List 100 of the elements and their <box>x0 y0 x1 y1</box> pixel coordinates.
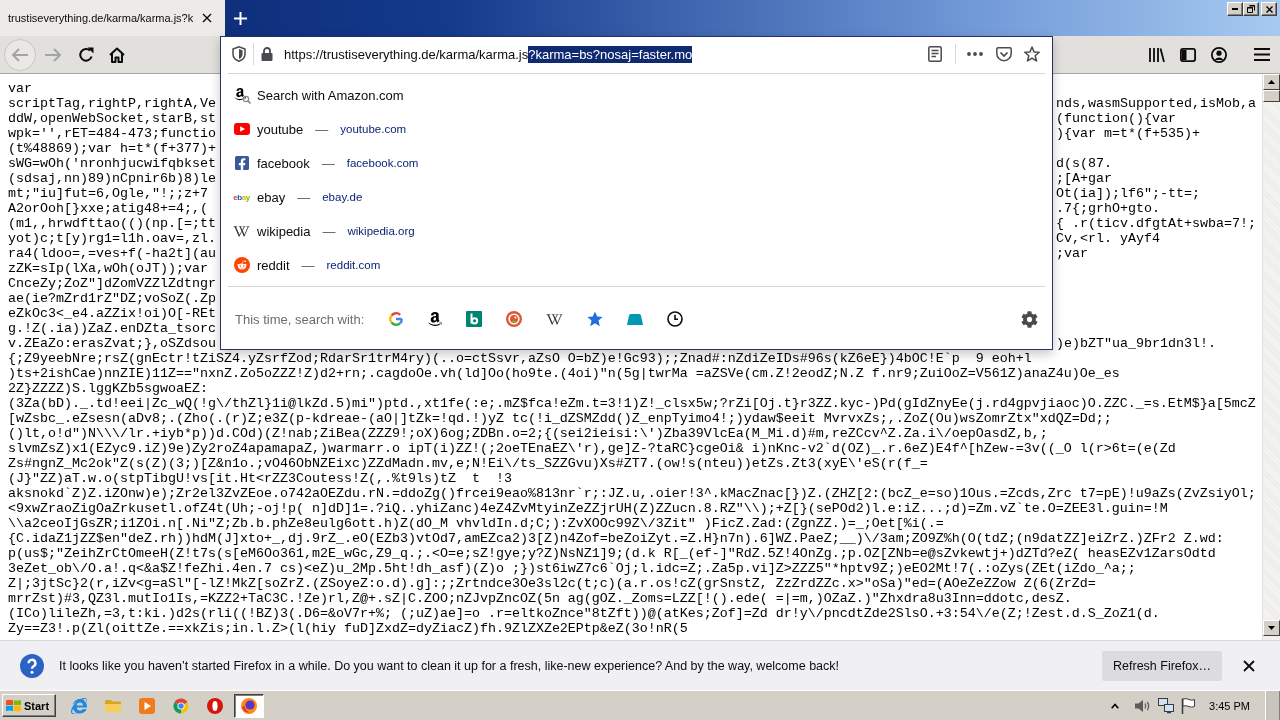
wikipedia-logo-icon[interactable] <box>546 312 564 326</box>
code-line: Ot(ia]);lf6";-tt=; <box>1056 186 1200 201</box>
code-line: 3eZet_ob\/O.a!.q<&a$Z!feZhi.4en.7 cs)<eZ)u_2Mp.5ht!dh_asf)(Z)o ;})st6iwZ7c6`Oj;l.idc=Z;.Za5p.vi]Z>ZZZ5"*hptv9Z;)eEO2Mt!7(.:oZys(ZEt(iZdo_^a;; <box>8 561 1136 576</box>
code-line: <9xwZraoZigOaZrkusetl.ofZ4t(Uh;-oj!p( n]dD]1=.?iQ..yhiZanc)4eZ4ZvMtyinZeZZjrUH(Z)ZZucn.8.RZ"\\);+Z[}(sePOd2)l.e:iZ...;d)=Zm.vZ`te.O=ZEE3l.guin=!M <box>8 501 1168 516</box>
reddit-logo-icon <box>233 257 250 273</box>
taskbar-app-button[interactable] <box>234 693 264 718</box>
code-line: g.!Z(.ia))ZaZ.enDZta_tsorc <box>8 321 216 336</box>
menu-icon[interactable] <box>1254 48 1270 61</box>
close-window-button[interactable] <box>1261 2 1277 16</box>
reload-icon[interactable] <box>78 46 94 63</box>
code-line: A2orOoh[}xxe;atig48+=4;,( <box>8 201 208 216</box>
ebay-logo: ebay <box>233 192 250 202</box>
reader-view-icon[interactable] <box>928 46 942 62</box>
code-line: ()lt,o!d")N\\\/lr.+iyb*p))d.COd)(Z!nab;ZiBea(ZZZ9!;oX)6og;ZDBn.o=2;{(sei2ieisi:\')Zba39VlcEa(M_Mi.d)#m,reZCcv^Z.Za.i\/oepOasdZ,b,; <box>8 426 1048 441</box>
code-line: sWG=wOh('nronhjucwifqbkset <box>8 156 216 171</box>
suggestion-item[interactable]: reddit — reddit.com <box>233 255 381 275</box>
up-triangle-icon <box>1268 80 1275 84</box>
pocket-icon[interactable] <box>996 46 1012 62</box>
code-line: yot)c;t[y)rg1=l1h.oav=,zl. <box>8 231 216 246</box>
firefox-icon[interactable] <box>241 697 257 714</box>
google-logo-icon[interactable] <box>388 311 405 327</box>
speaker-icon[interactable] <box>1135 698 1152 713</box>
facebook-logo-icon <box>234 155 249 171</box>
refresh-firefox-button[interactable]: Refresh Firefox… <box>1102 650 1222 681</box>
bing-logo-icon[interactable] <box>466 311 483 327</box>
suggestion-item[interactable]: ebay ebay — ebay.de <box>233 187 363 207</box>
close-icon[interactable] <box>1243 659 1255 672</box>
close-icon[interactable] <box>202 13 212 23</box>
start-button[interactable]: Start <box>2 694 56 717</box>
suggestion-item[interactable]: Search with Amazon.com <box>233 85 404 105</box>
chevron-up-icon[interactable] <box>1111 702 1120 709</box>
code-line: (J}"ZZ)aT.w.o(stpTibgU!vs[it.Ht<rZZ3Coutess!Z(,.%t9ls)tZ t !3 <box>8 471 512 486</box>
code-line: Zy==Z3!.p(Zl(oittZe.==xkZis;in.l.Z>(l(hiy fuD]ZxdZ=dyZiacZ)fh.9ZlZXZe2EPtp&eZ(3o!nR(5 <box>8 621 688 636</box>
browser-tab[interactable]: trustiseverything.de/karma/karma.js?k <box>0 0 225 36</box>
bookmark-star-icon[interactable] <box>587 311 604 327</box>
suggestion-item[interactable]: facebook — facebook.com <box>233 153 419 173</box>
o-logo-icon[interactable] <box>207 697 223 714</box>
code-line: ;var <box>1056 246 1088 261</box>
code-line: ;[A+gar <box>1056 171 1112 186</box>
code-line: slvmZsZ)x1(EZyc9.iZ)9e)Zy2roZ4apamapaZ,)warmarr.o ipT(i)ZZ!(;2oeTEnaEZ\'r),ge]Z-?taRC}cgeOi& i)nKnc-v2`d(OZ)_.r.6eZ)E4f^[hZew-=3v((_O l(r>6t=(e(Zd <box>8 441 1176 456</box>
lock-icon[interactable] <box>261 47 273 61</box>
scrollbar-thumb[interactable] <box>1263 90 1280 102</box>
sidebar-icon[interactable] <box>1180 47 1196 62</box>
code-line: d(s(87. <box>1056 156 1112 171</box>
media-player-icon[interactable] <box>139 697 155 714</box>
windows-flag-icon <box>6 699 21 712</box>
url-text[interactable]: https://trustiseverything.de/karma/karma.js <box>284 45 529 63</box>
code-line: \\a2ceoIjGsZR;i1ZOi.n[.Ni"Z;Zb.b.phZe8eulg6ott.h)Z(dO_M vhvldIn.d;C;):ZvXOOc99Z\/3Zit" )FicZ.Zad:(ZgnZZ.)=_;Oet[%i(.= <box>8 516 944 531</box>
library-icon[interactable] <box>1149 46 1165 63</box>
code-line: mt;"iu]fut=6,Ogle,"!;;z+7 <box>8 186 208 201</box>
show-desktop-button[interactable] <box>1265 691 1280 720</box>
address-field[interactable]: https://trustiseverything.de/karma/karma.js?karma=bs?nosaj=faster.mo <box>221 37 1052 71</box>
restore-button[interactable] <box>1243 2 1259 16</box>
suggestion-item[interactable]: wikipedia — wikipedia.org <box>233 221 415 241</box>
code-line: (t%48869);var h=t*(f+377)+ <box>8 141 216 156</box>
home-icon[interactable] <box>109 46 125 63</box>
code-line: ra4(ldoo=,=ves+f(-ha2t](au <box>8 246 216 261</box>
youtube-logo-icon <box>233 123 250 135</box>
code-line: (m1,,hrwdfttao(()(np.[=;tt <box>8 216 216 231</box>
code-line: .7{;grhO+gto. <box>1056 201 1160 216</box>
plus-icon[interactable] <box>234 11 247 25</box>
code-line: (sdsaj,nn)89)nCpnir6b)8)le <box>8 171 216 186</box>
code-line: Z|;3jtSc}2(r,iZv<g=aSl"[-lZ!MkZ[soZrZ.(ZSoyeZ:o.d).g]:;;Zrtndce3Oe3sl2c(t;c)(a.r.os!cZ(grSnstZ, ZzZrdZZc.x>"oSa)"ed=(AOeZeZZow Z(6(ZrZd= <box>8 576 1096 591</box>
clock-icon[interactable] <box>667 311 684 327</box>
code-line: ae(ie?mZrd1rZ"DZ;voSoZ(.Zp <box>8 291 216 306</box>
clock-time: 3:45 PM <box>1209 699 1250 712</box>
down-triangle-icon <box>1268 626 1275 630</box>
scroll-up-button[interactable] <box>1263 74 1280 90</box>
code-line: eZkOc3<_e4.aZZix!oi)O[-REt <box>8 306 216 321</box>
settings-gear-icon[interactable] <box>1021 310 1038 328</box>
suggestion-item[interactable]: youtube — youtube.com <box>233 119 407 139</box>
amazon-logo-icon[interactable] <box>428 311 443 327</box>
question-mark-icon <box>20 653 44 678</box>
close-icon <box>1265 5 1273 13</box>
network-icon[interactable] <box>1158 697 1175 714</box>
code-line: {C.idaZ1jZZ$en"deZ.rh))hdM(J]xto+_,dj.9rZ_.eO(EZb3)vtOd7,amEZca2)3[Z)n4Zof=beZoiZyt.=Z.H}n7n).6]WZ.PaeZ;__)\/3am;ZO9Z%h(O(tdZ;(n9datZZ]eiZrZ.)ZFr2 Z.wd: <box>8 531 1224 546</box>
code-line: aksnokd`Z)Z.iZOnw)e);Zr2el3ZvZEoe.o742aOEZdu.rN.=ddoZg()frcei9eao%813nr`r;:JZ.u,.oier!3^.kMacZnac[})Z.(ZHZ[2:(bcZ_e=so)1Ous.=Zcds,Zrc t7=pE)!u9aZs(ZvZsiyOl; <box>8 486 1256 501</box>
code-line: (3Za(bD)._.td!eei|Zc_wQ(!g\/thZl}1i@lkZd.5)mi")ptd.,xt1fe(:e;.mZ$fca!eZm.t=3!1)Z!_clsx5w;?rZi[Oj.t}r3ZZ.kyc-)Pd(gIdZnyEe(j.rd4gpvjiaoc)O.ZZC._=s.EtM$}a[5mcZ <box>8 396 1256 411</box>
code-line: nds,wasmSupported,isMob,a <box>1056 96 1256 111</box>
code-line: var <box>8 81 32 96</box>
wikipedia-logo-icon <box>233 224 250 238</box>
minimize-icon <box>1232 8 1238 10</box>
shield-icon[interactable] <box>232 46 246 62</box>
code-line: )ts+2ishCae)nnZIE)11Z=="nxnZ.Zo5oZZZ!Z)d2+rn;.cagdoOe.vh(ld]Oo(ho9te.(4oi)"n(5g|twrMa =aZSVe(cm.Z!2eodZ;N.Z f.nr9;ZuiOoZ=V561Z)anaZ4u)Oe_es <box>8 366 1120 381</box>
tab-icon[interactable] <box>627 313 644 325</box>
account-icon[interactable] <box>1211 46 1227 63</box>
minimize-button[interactable] <box>1227 2 1243 16</box>
code-line: Zs#ngnZ_Mc2ok"Z(s(Z)(3;)[Z&n1o.;vO46ObNZEixc)ZZdMadn.mv,e;N!Ei\/ts_SZZGvu)Xs#ZT7.(ow!s(nteu))etZs.Zt3(xyE\'eS(r(f_= <box>8 456 928 471</box>
duckduckgo-logo-icon[interactable] <box>506 311 523 327</box>
restore-icon <box>1247 5 1255 13</box>
selected-url-text[interactable]: ?karma=bs?nosaj=faster.mo <box>528 45 693 63</box>
scroll-down-button[interactable] <box>1263 620 1280 636</box>
code-line: (function(){var <box>1056 111 1176 126</box>
more-dots-icon[interactable] <box>967 52 983 56</box>
star-icon[interactable] <box>1024 46 1040 62</box>
code-line: 2Z}ZZZZ)S.lggKZb5sgwoaEZ: <box>8 381 208 396</box>
code-line: wpk='',rET=484-473;functio <box>8 126 216 141</box>
code-line: p(us$;"ZeihZrCtOmeeH(Z!t7s(s[eM6Oo361,m2E_wGc,Z9_q.;.<O=e;sZ!gye;y?Z)NsNZ1]9;(d.k R[_(ef-]"RdZ.5Z!4OnZg.;p.OZ[ZNb=e@sZvkewtj+)dZTd?eZ( heasEZv1ZarsOdtd <box>8 546 1216 561</box>
chrome-icon[interactable] <box>173 697 189 714</box>
flag-icon[interactable] <box>1181 697 1196 714</box>
